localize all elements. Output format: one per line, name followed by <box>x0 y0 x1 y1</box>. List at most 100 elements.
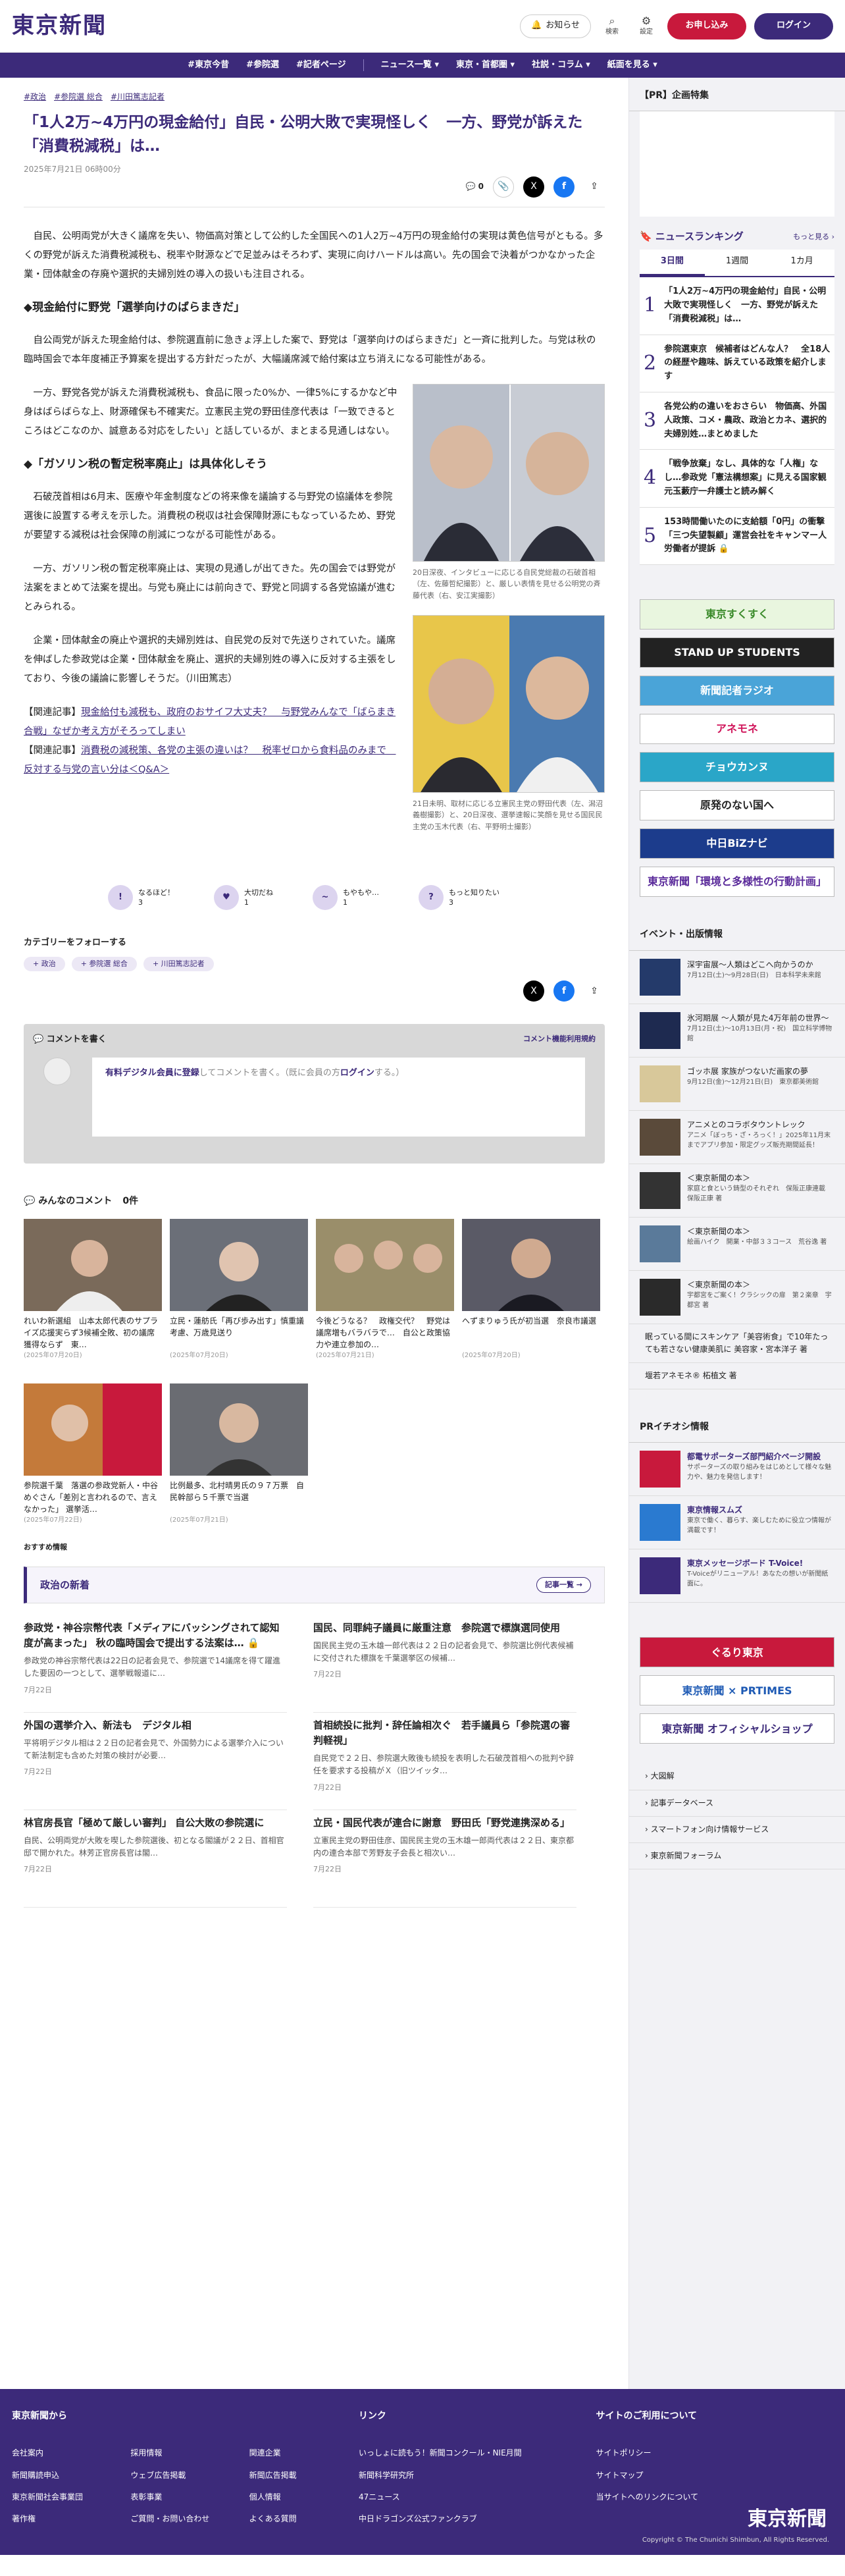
ranking-item[interactable]: 1 「1人2万~4万円の現金給付」自民・公明大敗で実現怪しく 一方、野党が訴えた「… <box>640 277 834 335</box>
book-link[interactable]: 堰若アネモネ® 柘植文 著 <box>629 1363 845 1390</box>
nav-item[interactable]: 社説・コラム ▾ <box>532 59 590 72</box>
reaction-moyamoya[interactable]: ~ もやもや… 1 <box>313 885 379 911</box>
apply-button[interactable]: お申し込み <box>667 13 746 40</box>
reaction-naruhodo[interactable]: ! なるほど！ 3 <box>108 885 174 911</box>
tab-1month[interactable]: 1カ月 <box>769 250 834 276</box>
reaction-motto[interactable]: ? もっと知りたい 3 <box>419 885 499 911</box>
x-share-icon[interactable]: X <box>523 980 544 1002</box>
clip-icon[interactable]: 📎 <box>493 176 514 198</box>
notice-button[interactable]: 🔔 お知らせ <box>520 14 591 38</box>
news-item[interactable]: 林官房長官「極めて厳しい審判」 自公大敗の参院選に 自民、公明両党が大敗を喫した参… <box>24 1810 287 1908</box>
footer-link[interactable]: サイトポリシー <box>596 2447 833 2459</box>
tab-1week[interactable]: 1週間 <box>705 250 770 276</box>
footer-link[interactable]: いっしょに読もう！新聞コンクール・NIE月間 <box>359 2447 596 2459</box>
footer-link[interactable]: 新聞購読申込 <box>12 2469 121 2482</box>
site-logo[interactable]: 東京新聞 <box>12 8 107 43</box>
pr2-item[interactable]: 東京情報スムズ 東京で働く、暮らす、楽しむために役立つ情報が満載です！ <box>629 1496 845 1550</box>
nav-item[interactable]: 東京・首都圏 ▾ <box>456 59 515 72</box>
book-link[interactable]: 眠っている間にスキンケア「美容術食」で10年たっても若さない健康美肌に 美容家・… <box>629 1324 845 1363</box>
ranking-item[interactable]: 4 「戦争放棄」なし、具体的な「人権」なし…参政党「憲法構想案」に見える国家観 元… <box>640 450 835 508</box>
news-item[interactable]: 首相続投に批判・辞任論相次ぐ 若手議員ら「参院選の審判軽視」 自民党で２２日、参院… <box>313 1713 576 1810</box>
facebook-share-icon[interactable]: f <box>553 980 575 1002</box>
photo-noda-tamaki[interactable] <box>413 614 605 793</box>
tag-link[interactable]: #川田篤志記者 <box>111 91 165 103</box>
sidebar-banner[interactable]: 東京新聞「環境と多様性の行動計画」 <box>640 867 834 898</box>
sidebar-banner[interactable]: 新聞記者ラジオ <box>640 676 834 707</box>
reaction-taisetsu[interactable]: ♥ 大切だね 1 <box>214 885 273 911</box>
event-item[interactable]: 深宇宙展～人類はどこへ向かうのか 7月12日(土)～9月28日(日) 日本科学未来… <box>629 951 845 1004</box>
related-card[interactable]: 今後どうなる？ 政権交代？ 野党は議席増もバラバラで… 自公と政策協力や連立参加… <box>316 1219 454 1361</box>
footer-link[interactable]: 採用情報 <box>130 2447 240 2459</box>
sidebar-banner[interactable]: 東京新聞 オフィシャルショップ <box>640 1713 834 1744</box>
ranking-more-link[interactable]: もっと見る › <box>793 231 834 243</box>
footer-link[interactable]: 中日ドラゴンズ公式ファンクラブ <box>359 2513 596 2525</box>
footer-link[interactable]: よくある質問 <box>249 2513 359 2525</box>
related-card[interactable]: 参院選千葉 落選の参政党新人・中谷めぐさん「差別と言われるので、言えなかった」 … <box>24 1383 162 1526</box>
tag-link[interactable]: #政治 <box>24 91 46 103</box>
comment-rules-link[interactable]: コメント機能利用規約 <box>523 1033 596 1047</box>
ranking-item[interactable]: 2 参院選東京 候補者はどんな人？ 全18人の経歴や趣味、訴えている政策を紹介しま… <box>640 335 834 392</box>
related-card[interactable]: へずまりゅう氏が初当選 奈良市議選 (2025年07月20日) <box>462 1219 600 1361</box>
footer-link[interactable]: 著作権 <box>12 2513 121 2525</box>
tag-link[interactable]: #参院選 総合 <box>54 91 103 103</box>
follow-chip[interactable]: + 川田篤志記者 <box>143 957 214 971</box>
follow-chip[interactable]: + 政治 <box>24 957 65 971</box>
footer-link[interactable]: 新聞広告掲載 <box>249 2469 359 2482</box>
register-link[interactable]: 有料デジタル会員に登録 <box>105 1068 199 1078</box>
news-item[interactable]: 外国の選挙介入、新法も デジタル相 平将明デジタル相は２２日の記者会見で、外国勢力… <box>24 1713 287 1810</box>
nav-item[interactable]: #記者ページ <box>296 59 346 72</box>
comment-count[interactable]: 💬 0 <box>466 180 484 193</box>
footer-link[interactable]: ウェブ広告掲載 <box>130 2469 240 2482</box>
nav-item[interactable]: 紙面を見る ▾ <box>607 59 657 72</box>
ranking-item[interactable]: 3 各党公約の違いをおさらい 物価高、外国人政策、コメ・農政、政治とカネ、選択的夫… <box>640 392 834 450</box>
event-item[interactable]: ＜東京新聞の本＞ 絵画ハイク 開業・中部３３コース 荒谷逸 著 <box>629 1218 845 1271</box>
tab-3days[interactable]: 3日間 <box>640 250 705 277</box>
footer-link[interactable]: 東京新聞社会事業団 <box>12 2491 121 2504</box>
nav-item[interactable]: ニュース一覧 ▾ <box>381 59 439 72</box>
politics-more-button[interactable]: 記事一覧 → <box>536 1576 591 1593</box>
follow-chip[interactable]: + 参院選 総合 <box>71 957 137 971</box>
login-link[interactable]: ログイン <box>340 1068 374 1078</box>
x-share-icon[interactable]: X <box>523 176 544 198</box>
related-card[interactable]: れいわ新選組 山本太郎代表のサプライズ応援実らず3候補全敗、初の議席獲得ならず … <box>24 1219 162 1361</box>
sidebar-banner[interactable]: ぐるり東京 <box>640 1637 834 1668</box>
sidebar-banner[interactable]: 東京新聞 × PRTIMES <box>640 1675 834 1706</box>
service-link[interactable]: › スマートフォン向け情報サービス <box>629 1817 845 1844</box>
sidebar-banner[interactable]: アネモネ <box>640 714 834 745</box>
event-item[interactable]: ゴッホ展 家族がつないだ画家の夢 9月12日(金)～12月21日(日) 東京都美術… <box>629 1058 845 1111</box>
related-card[interactable]: 立民・蓮舫氏「再び歩み出す」慎重議考慮、万歳見送り (2025年07月20日) <box>170 1219 308 1361</box>
sidebar-banner[interactable]: 東京すくすく <box>640 599 834 630</box>
footer-link[interactable]: 会社案内 <box>12 2447 121 2459</box>
event-item[interactable]: 氷河期展 ～人類が見た4万年前の世界～ 7月12日(土)～10月13日(月・祝) … <box>629 1004 845 1058</box>
footer-link[interactable]: 当サイトへのリンクについて <box>596 2491 833 2504</box>
share-icon[interactable]: ⇪ <box>584 980 605 1002</box>
comment-input[interactable]: 有料デジタル会員に登録してコメントを書く。（既に会員の方ログインする。） <box>43 1057 585 1137</box>
pr2-item[interactable]: 東京メッセージボード T-Voice! T-Voiceがリニューアル！あなたの想い… <box>629 1549 845 1603</box>
footer-link[interactable]: 新聞科学研究所 <box>359 2469 596 2482</box>
related-card[interactable]: 比例最多、北村晴男氏の９７万票 自民幹部ら５千票で当選 (2025年07月21日) <box>170 1383 308 1526</box>
settings-button[interactable]: ⚙ 設定 <box>633 14 659 38</box>
footer-link[interactable]: 個人情報 <box>249 2491 359 2504</box>
event-item[interactable]: アニメとのコラボタウントレック アニメ「ぼっち・ざ・ろっく！」2025年11月末ま… <box>629 1111 845 1164</box>
service-link[interactable]: › 記事データベース <box>629 1790 845 1817</box>
sidebar-banner[interactable]: STAND UP STUDENTS <box>640 637 834 668</box>
nav-item[interactable]: #参院選 <box>246 59 279 72</box>
login-button[interactable]: ログイン <box>754 13 833 40</box>
footer-link[interactable]: サイトマップ <box>596 2469 833 2482</box>
news-item[interactable]: 立民・国民代表が連合に謝意 野田氏「野党連携深める」 立憲民主党の野田佳彦、国民民… <box>313 1810 576 1908</box>
photo-ishiba-saito[interactable] <box>413 383 605 562</box>
footer-link[interactable]: 表彰事業 <box>130 2491 240 2504</box>
ranking-item[interactable]: 5 153時間働いたのに支給額「0円」の衝撃「三つ失望製顧」運営会社をキャンマー人… <box>640 507 834 566</box>
pr2-item[interactable]: 都電サポーターズ部門紹介ページ開設 サポーターズの取り組みをはじめとして様々な魅力… <box>629 1443 845 1497</box>
sidebar-banner[interactable]: チョウカンヌ <box>640 752 834 783</box>
search-button[interactable]: ⌕ 検索 <box>599 14 625 38</box>
event-item[interactable]: ＜東京新聞の本＞ 宇都宮をご案く！クラシックの扉 第２楽章 宇都宮 著 <box>629 1271 845 1324</box>
service-link[interactable]: › 大図解 <box>629 1763 845 1790</box>
footer-link[interactable]: ご質問・お問い合わせ <box>130 2513 240 2525</box>
facebook-share-icon[interactable]: f <box>553 176 575 198</box>
news-item[interactable]: 参政党・神谷宗幣代表「メディアにバッシングされて認知度が高まった」 秋の臨時国会… <box>24 1615 287 1713</box>
nav-item[interactable]: #東京今昔 <box>188 59 229 72</box>
sidebar-banner[interactable]: 原発のない国へ <box>640 790 834 821</box>
news-item[interactable]: 国民、同罪純子議員に厳重注意 参院選で標旗選同使用 国民民主党の玉木雄一郎代表は２… <box>313 1615 576 1713</box>
share-icon[interactable]: ⇪ <box>584 176 605 198</box>
